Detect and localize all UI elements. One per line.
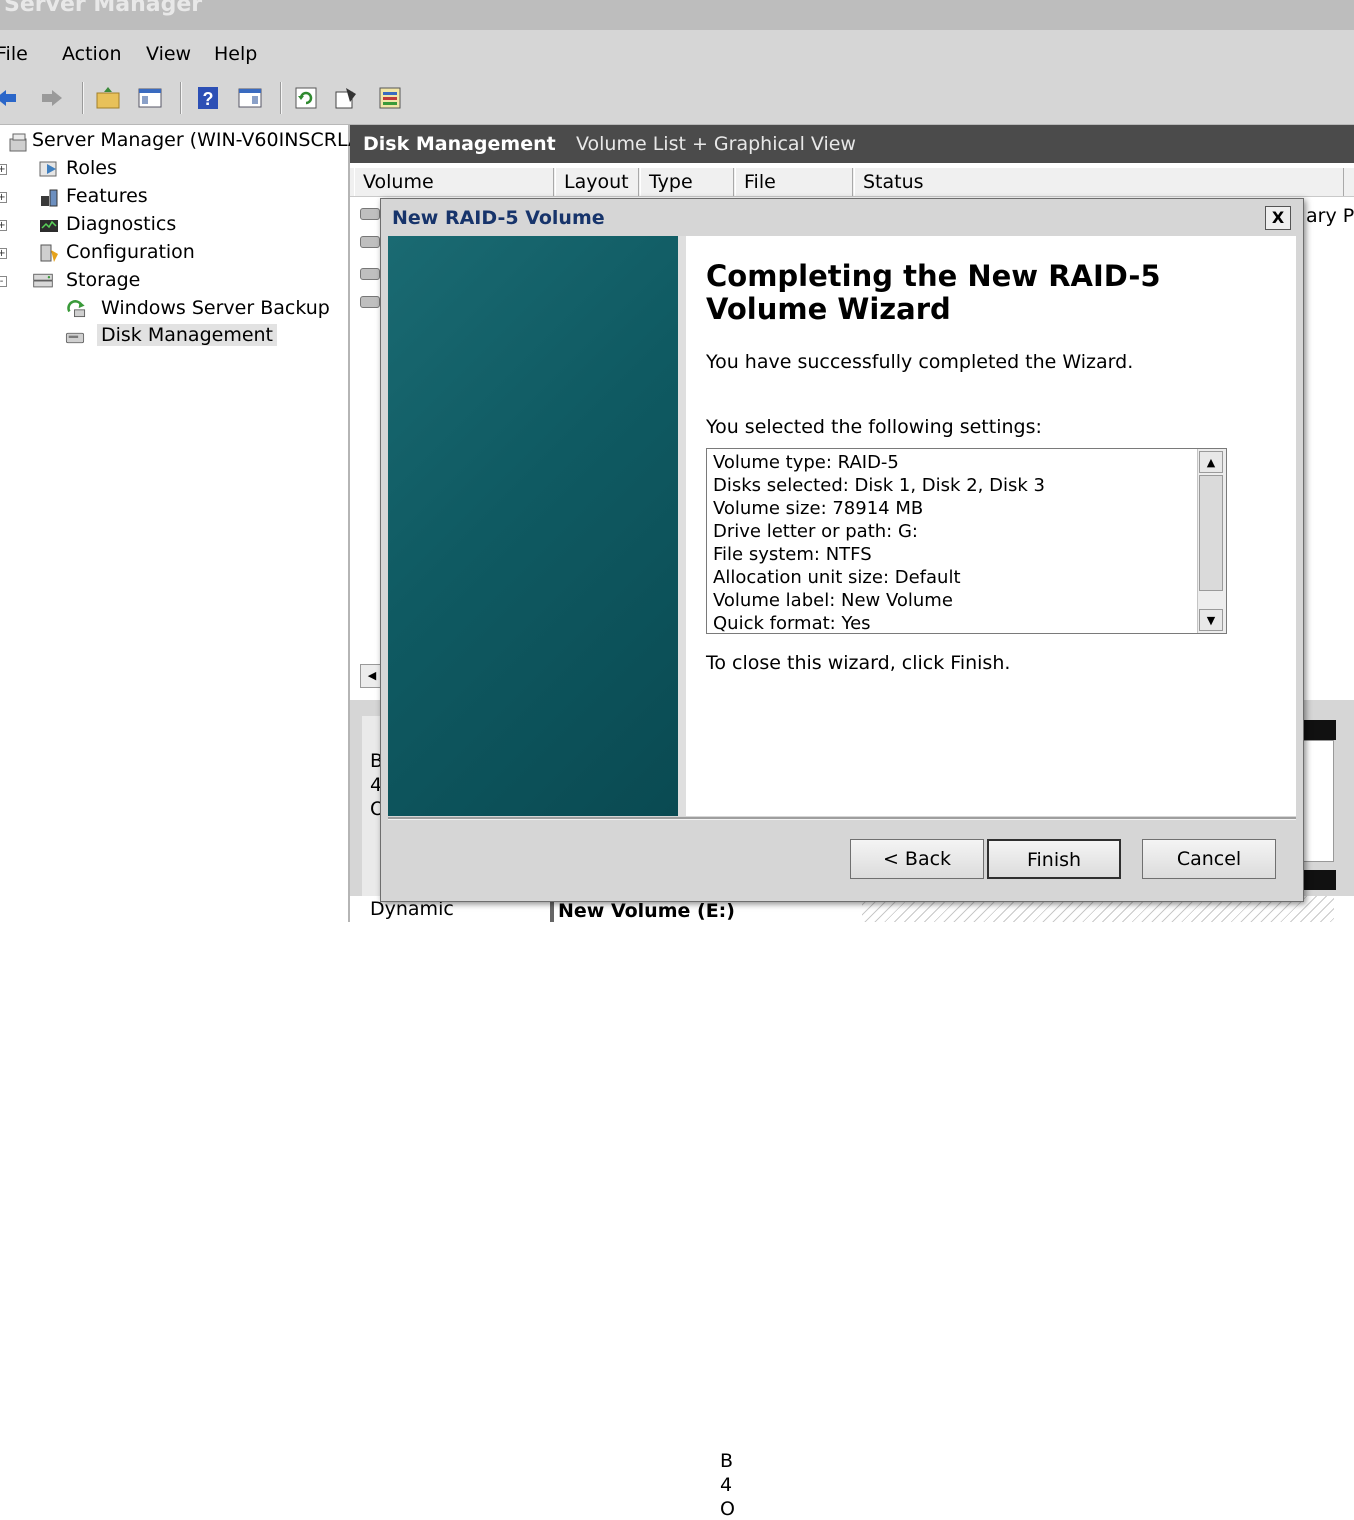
setting-line: Allocation unit size: Default [713, 567, 961, 588]
new-raid5-volume-dialog: New RAID-5 Volume X Completing the New R… [380, 198, 1304, 902]
disk-management-header: Disk Management Volume List + Graphical … [350, 125, 1354, 163]
back-arrow-icon[interactable] [0, 84, 20, 112]
disk-info-fragment: O [720, 1498, 735, 1520]
toolbar: ? [0, 76, 1354, 125]
settings-scrollbar[interactable]: ▲ ▼ [1197, 449, 1226, 633]
setting-line: Drive letter or path: G: [713, 521, 918, 542]
roles-icon [39, 161, 57, 177]
wizard-finish-hint: To close this wizard, click Finish. [706, 652, 1011, 674]
column-status[interactable]: Status [854, 168, 1344, 196]
tree-item-label: Disk Management [97, 324, 278, 346]
back-button[interactable]: < Back [850, 839, 984, 879]
volume-list-column-headers: Volume Layout Type File System Status [350, 168, 1354, 221]
column-volume[interactable]: Volume [354, 168, 554, 196]
show-hide-tree-icon[interactable] [136, 84, 164, 112]
settings-summary-box[interactable]: Volume type: RAID-5 Disks selected: Disk… [706, 448, 1227, 634]
scroll-up-arrow-icon[interactable]: ▲ [1199, 451, 1223, 473]
expand-toggle[interactable]: + [0, 220, 7, 231]
pane-title: Disk Management [363, 133, 556, 155]
menu-view[interactable]: View [146, 43, 191, 65]
help-icon[interactable]: ? [194, 84, 222, 112]
tree-item-label: Diagnostics [66, 213, 177, 235]
tree-item-label: Roles [66, 157, 117, 179]
storage-icon [33, 273, 53, 288]
column-type[interactable]: Type [640, 168, 734, 196]
volume-icon [360, 268, 380, 280]
setting-line: Quick format: Yes [713, 613, 871, 634]
menu-bar: File Action View Help [0, 30, 1354, 76]
dialog-title: New RAID-5 Volume [392, 207, 605, 229]
disk-management-icon [65, 332, 85, 344]
navigation-tree: Server Manager (WIN-V60INSCRLA + Roles +… [0, 125, 361, 922]
tree-root-label: Server Manager (WIN-V60INSCRLA [32, 129, 361, 151]
unallocated-bar [1302, 720, 1336, 740]
dialog-title-bar[interactable]: New RAID-5 Volume X [381, 199, 1303, 235]
pane-subtitle: Volume List + Graphical View [576, 133, 856, 155]
menu-action[interactable]: Action [62, 43, 122, 65]
disk-info-fragment: 4 [720, 1474, 733, 1496]
volume-icon [360, 296, 380, 308]
menu-help[interactable]: Help [214, 43, 257, 65]
volume-icon [360, 236, 380, 248]
collapse-toggle[interactable]: - [0, 276, 7, 287]
expand-toggle[interactable]: + [0, 164, 7, 175]
window-title-bar: Server Manager [0, 0, 1354, 30]
configuration-icon [40, 244, 58, 262]
column-layout[interactable]: Layout [555, 168, 639, 196]
menu-file[interactable]: File [0, 43, 28, 65]
features-icon [41, 189, 58, 207]
cancel-button[interactable]: Cancel [1142, 839, 1276, 879]
expand-toggle[interactable]: + [0, 192, 7, 203]
disk-partition-box [1302, 740, 1334, 862]
column-file-system[interactable]: File System [735, 168, 853, 221]
scroll-down-arrow-icon[interactable]: ▼ [1199, 609, 1223, 631]
properties-icon[interactable] [332, 84, 360, 112]
unallocated-bar [1302, 870, 1336, 890]
diagnostics-icon [40, 220, 58, 232]
wizard-panel: Completing the New RAID-5 Volume Wizard … [388, 236, 1296, 816]
wizard-success-text: You have successfully completed the Wiza… [706, 351, 1134, 373]
wizard-heading: Completing the New RAID-5 Volume Wizard [706, 259, 1161, 326]
setting-line: Volume type: RAID-5 [713, 452, 899, 473]
setting-line: Volume size: 78914 MB [713, 498, 924, 519]
volume-icon [360, 208, 380, 220]
setting-line: File system: NTFS [713, 544, 872, 565]
scrollbar-thumb[interactable] [1199, 475, 1223, 591]
tree-item-label: Storage [66, 269, 141, 291]
status-cell-partial: ary P [1306, 205, 1354, 227]
refresh-icon[interactable] [292, 84, 320, 112]
wizard-banner-image [388, 236, 678, 816]
window-title: Server Manager [4, 0, 203, 17]
wizard-selected-text: You selected the following settings: [706, 416, 1042, 438]
tree-item-label: Configuration [66, 241, 195, 263]
export-icon[interactable] [376, 84, 404, 112]
finish-button[interactable]: Finish [987, 839, 1121, 879]
show-hide-action-pane-icon[interactable] [236, 84, 264, 112]
volume-e-label[interactable]: New Volume (E:) [550, 900, 735, 922]
backup-icon [67, 300, 86, 318]
forward-arrow-icon[interactable] [38, 84, 66, 112]
dialog-footer-divider [388, 817, 1296, 820]
server-manager-icon [9, 133, 27, 152]
setting-line: Volume label: New Volume [713, 590, 953, 611]
svg-text:?: ? [203, 89, 214, 109]
up-folder-icon[interactable] [94, 84, 122, 112]
expand-toggle[interactable]: + [0, 248, 7, 259]
tree-item-label: Features [66, 185, 148, 207]
tree-item-label: Windows Server Backup [101, 297, 330, 319]
close-icon[interactable]: X [1265, 206, 1291, 230]
setting-line: Disks selected: Disk 1, Disk 2, Disk 3 [713, 475, 1045, 496]
disk-info-fragment: B [720, 1450, 734, 1472]
wizard-banner-divider [678, 236, 686, 816]
